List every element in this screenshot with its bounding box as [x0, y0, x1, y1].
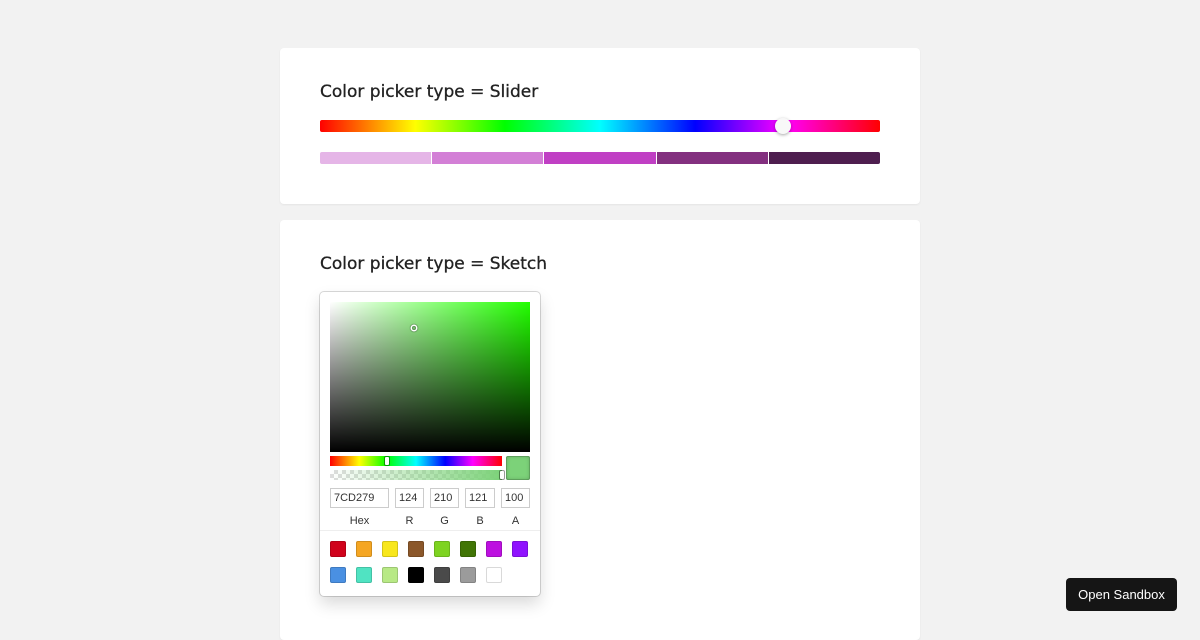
preset-swatch-15[interactable] — [486, 567, 502, 583]
hex-field: Hex — [330, 488, 389, 527]
preset-swatch-12[interactable] — [408, 567, 424, 583]
b-input[interactable] — [465, 488, 495, 508]
a-label: A — [511, 515, 520, 527]
preset-swatch-5[interactable] — [434, 541, 450, 557]
preset-swatch-1[interactable] — [330, 541, 346, 557]
preset-swatch-13[interactable] — [434, 567, 450, 583]
shade-swatches — [320, 152, 881, 164]
hex-label: Hex — [349, 515, 370, 527]
alpha-thumb[interactable] — [500, 471, 504, 479]
preset-swatch-8[interactable] — [512, 541, 528, 557]
slider-picker-card: Color picker type = Slider — [280, 48, 920, 204]
a-field: A — [501, 488, 530, 527]
g-field: G — [430, 488, 459, 527]
sketch-picker-title: Color picker type = Sketch — [320, 254, 548, 274]
sketch-picker: Hex R G B A — [320, 292, 540, 596]
alpha-slider[interactable] — [330, 470, 504, 480]
preset-swatch-2[interactable] — [356, 541, 372, 557]
g-input[interactable] — [430, 488, 459, 508]
preset-swatch-6[interactable] — [460, 541, 476, 557]
hue-slider[interactable] — [320, 118, 880, 134]
shade-swatch-3[interactable] — [544, 152, 656, 164]
shade-swatch-4[interactable] — [656, 152, 768, 164]
hex-input[interactable] — [330, 488, 389, 508]
b-field: B — [465, 488, 495, 527]
r-input[interactable] — [395, 488, 424, 508]
open-sandbox-button[interactable]: Open Sandbox — [1066, 578, 1177, 611]
preset-swatch-9[interactable] — [330, 567, 346, 583]
active-color-swatch — [506, 456, 530, 480]
preset-swatch-7[interactable] — [486, 541, 502, 557]
shade-swatch-1[interactable] — [320, 152, 432, 164]
preset-swatch-4[interactable] — [408, 541, 424, 557]
sketch-picker-card: Color picker type = Sketch Hex R G — [280, 220, 920, 640]
r-field: R — [395, 488, 424, 527]
preset-swatch-3[interactable] — [382, 541, 398, 557]
r-label: R — [405, 515, 414, 527]
preset-divider — [320, 530, 540, 531]
saturation-cursor[interactable] — [412, 326, 416, 330]
preset-swatch-14[interactable] — [460, 567, 476, 583]
hue-slider-thumb[interactable] — [775, 118, 792, 134]
preset-swatch-11[interactable] — [382, 567, 398, 583]
sketch-hue-thumb[interactable] — [384, 457, 389, 465]
a-input[interactable] — [501, 488, 530, 508]
g-label: G — [440, 515, 449, 527]
saturation-area[interactable] — [330, 302, 530, 452]
shade-swatch-5[interactable] — [768, 152, 881, 164]
b-label: B — [476, 515, 484, 527]
shade-swatch-2[interactable] — [432, 152, 544, 164]
slider-picker-title: Color picker type = Slider — [320, 82, 539, 102]
sketch-hue-slider[interactable] — [330, 456, 502, 466]
preset-swatch-10[interactable] — [356, 567, 372, 583]
